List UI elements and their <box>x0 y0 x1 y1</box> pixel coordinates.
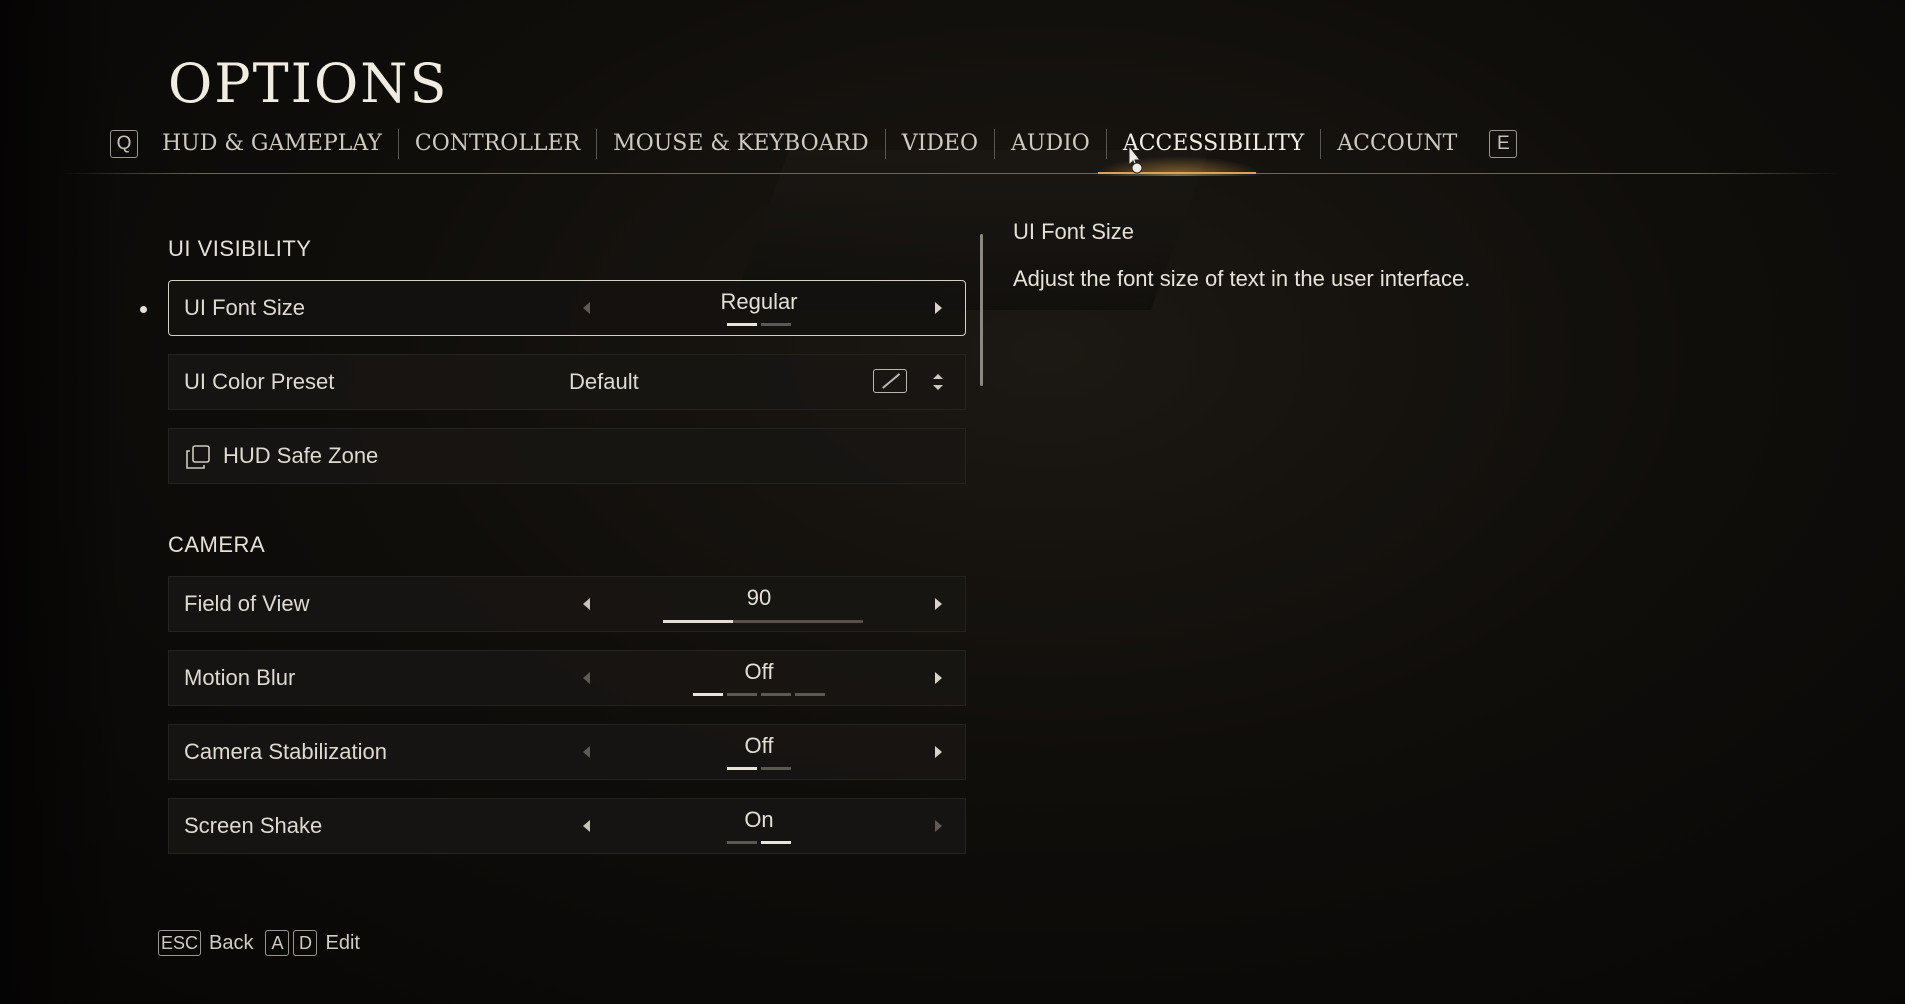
screen-shake-pips <box>609 841 909 844</box>
motion-blur-row[interactable]: Motion Blur Off <box>168 650 966 706</box>
screen-shake-value: On <box>744 807 774 832</box>
settings-scrollbar[interactable] <box>980 234 983 386</box>
option-pip <box>693 693 723 696</box>
page-title: OPTIONS <box>168 52 449 115</box>
tab-bar: Q HUD & GAMEPLAY CONTROLLER MOUSE & KEYB… <box>110 124 1518 164</box>
field-of-view-value: 90 <box>746 585 772 610</box>
active-tab-indicator <box>1098 172 1256 174</box>
footer-hints: ESC Back A D Edit <box>158 930 368 956</box>
option-pip <box>727 323 757 326</box>
hud-safe-zone-label: HUD Safe Zone <box>223 443 379 468</box>
hud-safe-zone-row[interactable]: HUD Safe Zone <box>168 428 966 484</box>
motion-blur-label: Motion Blur <box>184 665 296 690</box>
screen-shake-label: Screen Shake <box>184 813 323 838</box>
external-window-icon <box>186 445 210 469</box>
section-camera: CAMERA <box>168 532 266 557</box>
motion-blur-right-arrow-icon[interactable] <box>935 672 942 684</box>
back-hint-label[interactable]: Back <box>209 932 253 955</box>
ui-color-preset-label: UI Color Preset <box>184 369 335 394</box>
edit-hint-label[interactable]: Edit <box>325 932 359 955</box>
ui-font-size-left-arrow-icon[interactable] <box>583 302 590 314</box>
option-pip <box>727 767 757 770</box>
tab-controller[interactable]: CONTROLLER <box>397 129 596 159</box>
esc-key[interactable]: ESC <box>158 930 202 956</box>
motion-blur-value: Off <box>744 659 774 684</box>
ui-color-preset-row[interactable]: UI Color Preset Default <box>168 354 966 410</box>
screen-shake-right-arrow-icon[interactable] <box>935 820 942 832</box>
camera-stabilization-label: Camera Stabilization <box>184 739 387 764</box>
ui-font-size-value: Regular <box>720 289 798 314</box>
field-of-view-right-arrow-icon[interactable] <box>935 598 942 610</box>
description-text: Adjust the font size of text in the user… <box>1013 266 1471 291</box>
field-of-view-slider-fill <box>663 620 733 623</box>
field-of-view-row[interactable]: Field of View 90 <box>168 576 966 632</box>
option-pip <box>727 841 757 844</box>
tab-video[interactable]: VIDEO <box>884 129 994 159</box>
motion-blur-left-arrow-icon[interactable] <box>583 672 590 684</box>
field-of-view-slider[interactable] <box>663 620 863 623</box>
tab-divider <box>60 173 1840 174</box>
motion-blur-pips <box>609 693 909 696</box>
tab-audio[interactable]: AUDIO <box>994 129 1106 159</box>
screen-shake-row[interactable]: Screen Shake On <box>168 798 966 854</box>
section-ui-visibility: UI VISIBILITY <box>168 236 312 261</box>
camera-stabilization-row[interactable]: Camera Stabilization Off <box>168 724 966 780</box>
edit-icon[interactable] <box>873 369 907 393</box>
camera-stabilization-pips <box>609 767 909 770</box>
option-pip <box>761 323 791 326</box>
a-key[interactable]: A <box>265 930 290 956</box>
description-title: UI Font Size <box>1013 219 1135 244</box>
field-of-view-left-arrow-icon[interactable] <box>583 598 590 610</box>
ui-font-size-pips <box>609 323 909 326</box>
camera-stabilization-right-arrow-icon[interactable] <box>935 746 942 758</box>
option-pip <box>795 693 825 696</box>
ui-color-preset-value: Default <box>569 369 639 394</box>
mouse-cursor-icon <box>1128 145 1142 174</box>
ui-font-size-row[interactable]: UI Font Size Regular <box>168 280 966 336</box>
screen-shake-left-arrow-icon[interactable] <box>583 820 590 832</box>
tab-mouse-keyboard[interactable]: MOUSE & KEYBOARD <box>596 129 885 159</box>
prev-tab-key[interactable]: Q <box>110 130 138 158</box>
option-pip <box>727 693 757 696</box>
option-pip <box>761 693 791 696</box>
option-pip <box>761 767 791 770</box>
background-vignette <box>0 0 120 1004</box>
camera-stabilization-left-arrow-icon[interactable] <box>583 746 590 758</box>
ui-font-size-label: UI Font Size <box>184 295 306 320</box>
option-pip <box>761 841 791 844</box>
tab-hud-gameplay[interactable]: HUD & GAMEPLAY <box>138 129 398 159</box>
field-of-view-label: Field of View <box>184 591 310 616</box>
d-key[interactable]: D <box>293 930 318 956</box>
up-down-arrows-icon[interactable] <box>931 371 945 393</box>
selected-row-marker <box>140 306 147 313</box>
camera-stabilization-value: Off <box>744 733 774 758</box>
ui-font-size-right-arrow-icon[interactable] <box>935 302 942 314</box>
next-tab-key[interactable]: E <box>1489 130 1518 158</box>
tab-account[interactable]: ACCOUNT <box>1320 129 1489 159</box>
